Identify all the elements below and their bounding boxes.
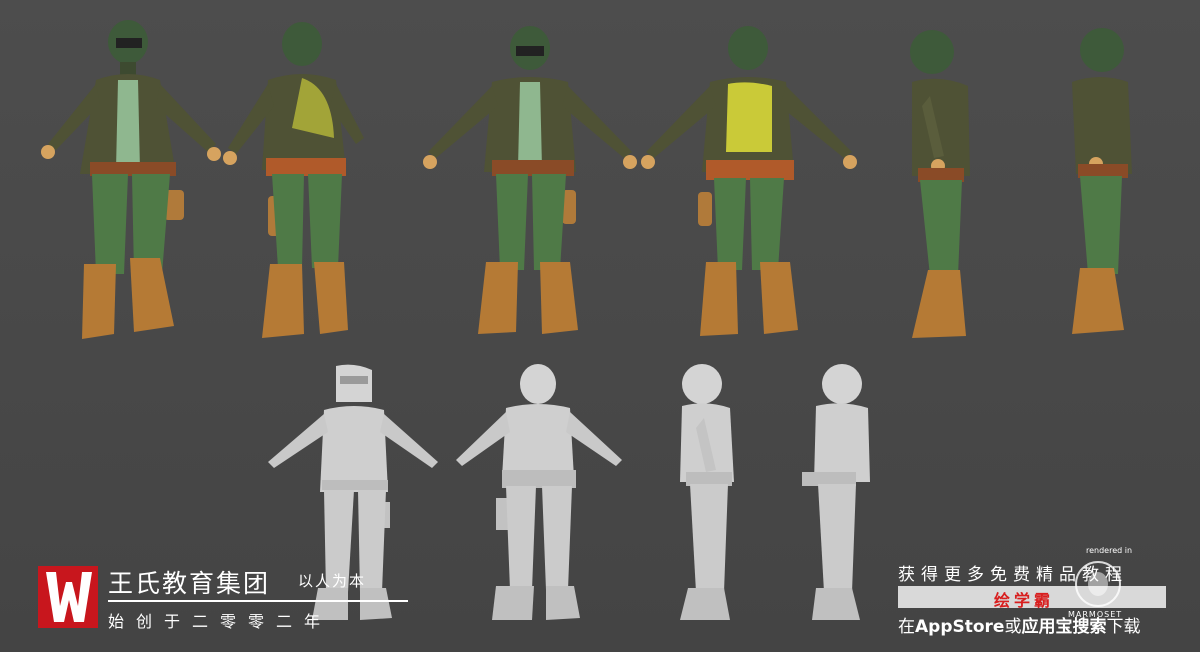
character-color-side-right bbox=[1058, 24, 1148, 344]
character-clay-side-right bbox=[796, 362, 876, 624]
brand-divider bbox=[108, 600, 408, 602]
character-color-back bbox=[640, 22, 860, 342]
character-color-front-left bbox=[36, 14, 226, 349]
brand-slogan: 以人为本 bbox=[298, 572, 367, 590]
brand-logo-icon bbox=[38, 566, 98, 628]
rendered-in-label: rendered in bbox=[1086, 546, 1133, 555]
character-color-back-left bbox=[222, 18, 372, 343]
render-canvas: 王氏教育集团 以人为本 始创于二零零二年 获得更多免费精品教程 绘学霸 在App… bbox=[0, 0, 1200, 652]
promo-or: 或 bbox=[1004, 617, 1022, 637]
brand-block: 王氏教育集团 以人为本 始创于二零零二年 bbox=[38, 566, 418, 631]
character-color-front bbox=[420, 22, 640, 342]
marmoset-watermark: rendered in MARMOSET bbox=[1058, 546, 1138, 636]
character-clay-back bbox=[450, 362, 630, 624]
promo-prefix: 在 bbox=[898, 617, 915, 637]
marmoset-label: MARMOSET bbox=[1068, 610, 1123, 619]
promo-store: AppStore bbox=[915, 617, 1005, 637]
brand-name: 王氏教育集团 bbox=[108, 569, 271, 598]
promo-block: 获得更多免费精品教程 绘学霸 在AppStore或应用宝搜索下载 bbox=[898, 560, 1188, 640]
promo-app-name: 绘学霸 bbox=[994, 591, 1055, 610]
character-clay-side-left bbox=[674, 362, 754, 624]
marmoset-logo-icon bbox=[1075, 561, 1121, 607]
brand-founded: 始创于二零零二年 bbox=[108, 612, 333, 631]
character-color-side-left bbox=[900, 26, 990, 346]
